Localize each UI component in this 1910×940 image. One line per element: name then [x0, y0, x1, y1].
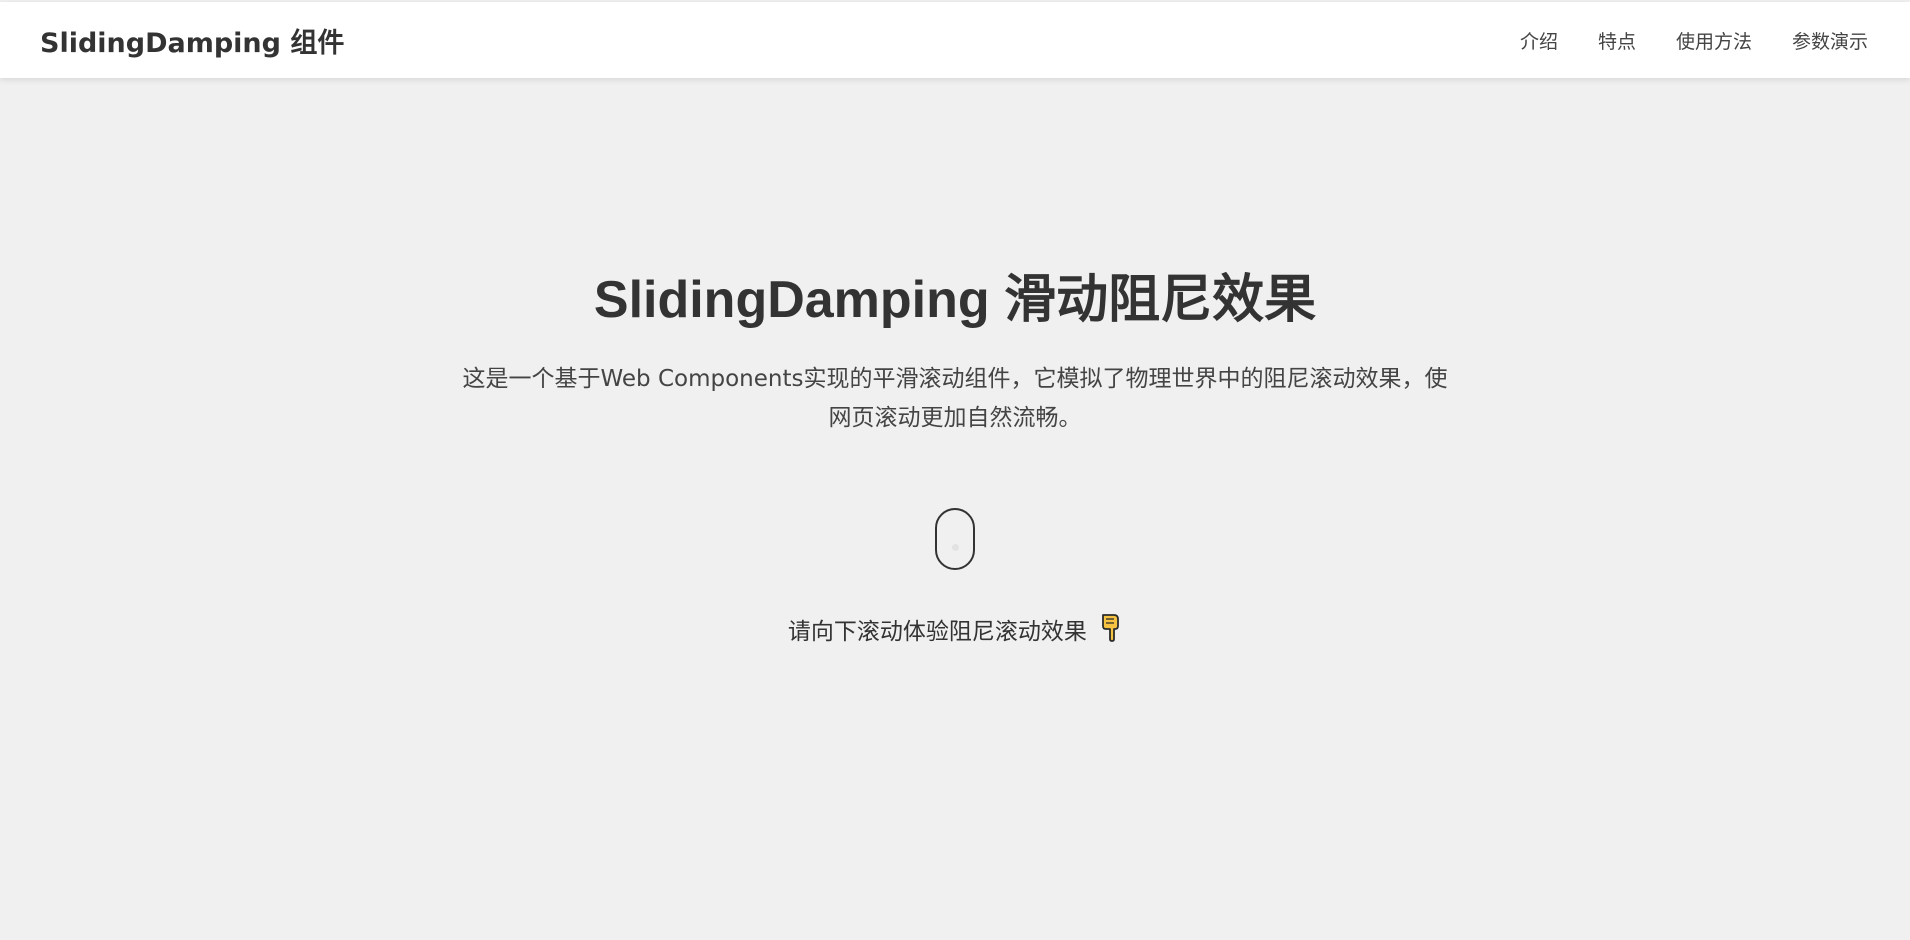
nav-links: 介绍 特点 使用方法 参数演示	[1480, 27, 1868, 54]
nav-link-intro[interactable]: 介绍	[1520, 27, 1558, 54]
nav-link-features[interactable]: 特点	[1598, 27, 1636, 54]
top-navbar: SlidingDamping 组件 介绍 特点 使用方法 参数演示	[0, 2, 1910, 78]
mouse-scroll-icon	[935, 508, 975, 570]
scroll-hint-text: 请向下滚动体验阻尼滚动效果	[787, 619, 1087, 645]
hero-title: SlidingDamping 滑动阻尼效果	[593, 271, 1317, 329]
nav-link-param-demo[interactable]: 参数演示	[1792, 27, 1868, 54]
scroll-hint: 请向下滚动体验阻尼滚动效果	[0, 612, 1910, 648]
hero-description: 这是一个基于Web Components实现的平滑滚动组件，它模拟了物理世界中的…	[462, 366, 1448, 431]
pointing-down-hand-icon	[1100, 612, 1122, 648]
mouse-wheel-dot	[952, 544, 959, 551]
hero-section: SlidingDamping 滑动阻尼效果 这是一个基于Web Componen…	[0, 78, 1910, 940]
brand-title[interactable]: SlidingDamping 组件	[40, 21, 344, 60]
nav-link-usage[interactable]: 使用方法	[1676, 27, 1752, 54]
